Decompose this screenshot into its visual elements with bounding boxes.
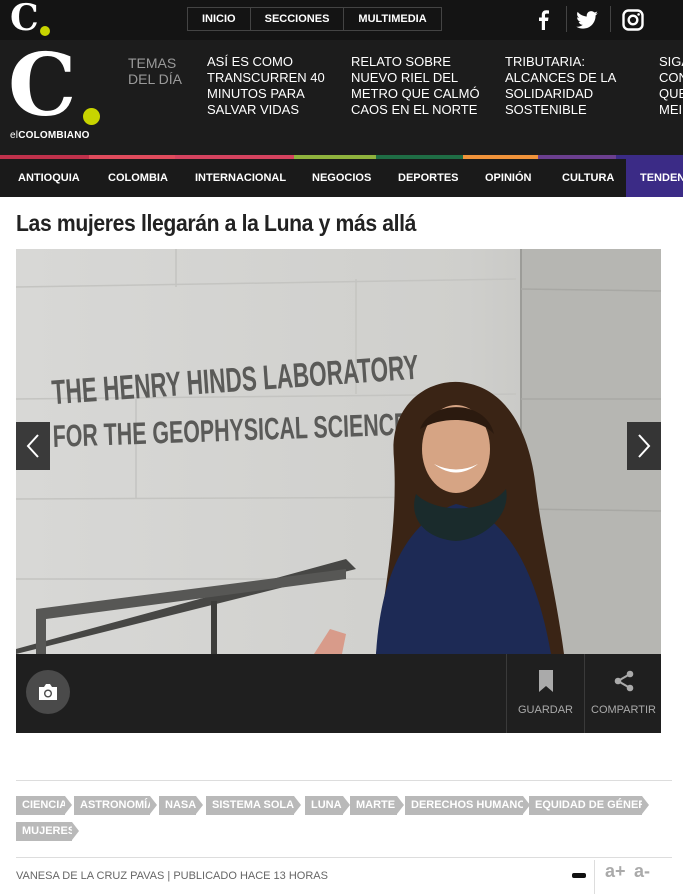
tag-marte[interactable]: MARTE <box>350 796 404 815</box>
article-photo[interactable]: THE HENRY HINDS LABORATORY FOR THE GEOPH… <box>16 249 661 654</box>
tag-luna[interactable]: LUNA <box>305 796 350 815</box>
brand-name: elCOLOMBIANO <box>10 130 90 141</box>
share-icon <box>614 670 633 692</box>
top-nav: INICIO SECCIONES MULTIMEDIA <box>187 7 442 31</box>
camera-button[interactable] <box>26 670 70 714</box>
divider <box>16 857 672 858</box>
nav-multimedia[interactable]: MULTIMEDIA <box>344 8 440 30</box>
tag-mujeres[interactable]: MUJERES <box>16 822 79 841</box>
top-bar: C INICIO SECCIONES MULTIMEDIA <box>0 0 683 40</box>
next-slide-button[interactable] <box>627 422 661 470</box>
brand-prefix: el <box>10 130 19 141</box>
photo-toolbar: GUARDAR COMPARTIR <box>16 654 661 733</box>
save-button[interactable]: GUARDAR <box>506 654 584 733</box>
masthead: C elCOLOMBIANO TEMAS DEL DÍA ASÍ ES COMO… <box>0 40 683 155</box>
brand-logo-dot <box>83 108 100 125</box>
font-decrease-label: a- <box>634 861 651 881</box>
chevron-right-icon <box>638 434 651 458</box>
camera-icon <box>39 684 57 700</box>
topic-link[interactable]: SIGA CON QUE MEI <box>659 54 683 118</box>
nav-secciones[interactable]: SECCIONES <box>251 8 345 30</box>
tag-sistema-solar[interactable]: SISTEMA SOLAR <box>206 796 302 815</box>
bookmark-icon <box>538 670 553 692</box>
dash-icon <box>572 873 586 878</box>
brand-wordmark: COLOMBIANO <box>18 130 90 141</box>
share-button[interactable]: COMPARTIR <box>584 654 662 733</box>
instagram-icon[interactable] <box>619 6 647 34</box>
prev-slide-button[interactable] <box>16 422 50 470</box>
tag-derechos-humanos[interactable]: DERECHOS HUMANOS <box>405 796 533 815</box>
tag-ciencia[interactable]: CIENCIA <box>16 796 72 815</box>
logo-dot <box>40 26 50 36</box>
brand-logo-letter: C <box>8 40 77 136</box>
save-label: GUARDAR <box>517 704 573 716</box>
social-divider <box>566 6 567 32</box>
chevron-left-icon <box>26 434 39 458</box>
share-label: COMPARTIR <box>591 704 656 716</box>
topic-link[interactable]: ASÍ ES COMO TRANSCURREN 40 MINUTOS PARA … <box>207 54 335 118</box>
section-negocios[interactable]: NEGOCIOS <box>312 159 371 197</box>
nav-inicio[interactable]: INICIO <box>188 8 251 30</box>
section-colombia[interactable]: COLOMBIA <box>108 159 168 197</box>
section-cultura[interactable]: CULTURA <box>562 159 614 197</box>
topic-link[interactable]: TRIBUTARIA: ALCANCES DE LA SOLIDARIDAD S… <box>505 54 635 118</box>
section-deportes[interactable]: DEPORTES <box>398 159 459 197</box>
top-logo[interactable]: C <box>10 0 60 39</box>
byline: VANESA DE LA CRUZ PAVAS | PUBLICADO HACE… <box>16 870 328 882</box>
twitter-icon[interactable] <box>573 6 601 34</box>
facebook-icon[interactable] <box>529 6 557 34</box>
topic-link[interactable]: RELATO SOBRE NUEVO RIEL DEL METRO QUE CA… <box>351 54 489 118</box>
tag-astronomia[interactable]: ASTRONOMÍA <box>74 796 157 815</box>
font-increase-label: a+ <box>605 861 626 881</box>
photo-illustration: THE HENRY HINDS LABORATORY FOR THE GEOPH… <box>16 249 661 654</box>
social-divider <box>610 6 611 32</box>
section-internacional[interactable]: INTERNACIONAL <box>195 159 286 197</box>
font-increase-button[interactable]: a+ <box>605 861 626 891</box>
section-nav: ANTIOQUIA COLOMBIA INTERNACIONAL NEGOCIO… <box>0 159 683 197</box>
section-opinion[interactable]: OPINIÓN <box>485 159 531 197</box>
brand-logo[interactable]: C elCOLOMBIANO <box>8 40 110 146</box>
tag-equidad-de-genero[interactable]: EQUIDAD DE GÉNERO <box>529 796 655 815</box>
section-antioquia[interactable]: ANTIOQUIA <box>18 159 80 197</box>
divider <box>594 860 595 894</box>
logo-letter: C <box>10 0 39 39</box>
article-title: Las mujeres llegarán a la Luna y más all… <box>16 210 417 236</box>
font-decrease-button[interactable]: a- <box>634 861 650 891</box>
temas-label: TEMAS DEL DÍA <box>128 55 182 87</box>
section-tendencias[interactable]: TENDEN <box>626 159 683 197</box>
tag-nasa[interactable]: NASA <box>159 796 203 815</box>
divider <box>16 780 672 781</box>
